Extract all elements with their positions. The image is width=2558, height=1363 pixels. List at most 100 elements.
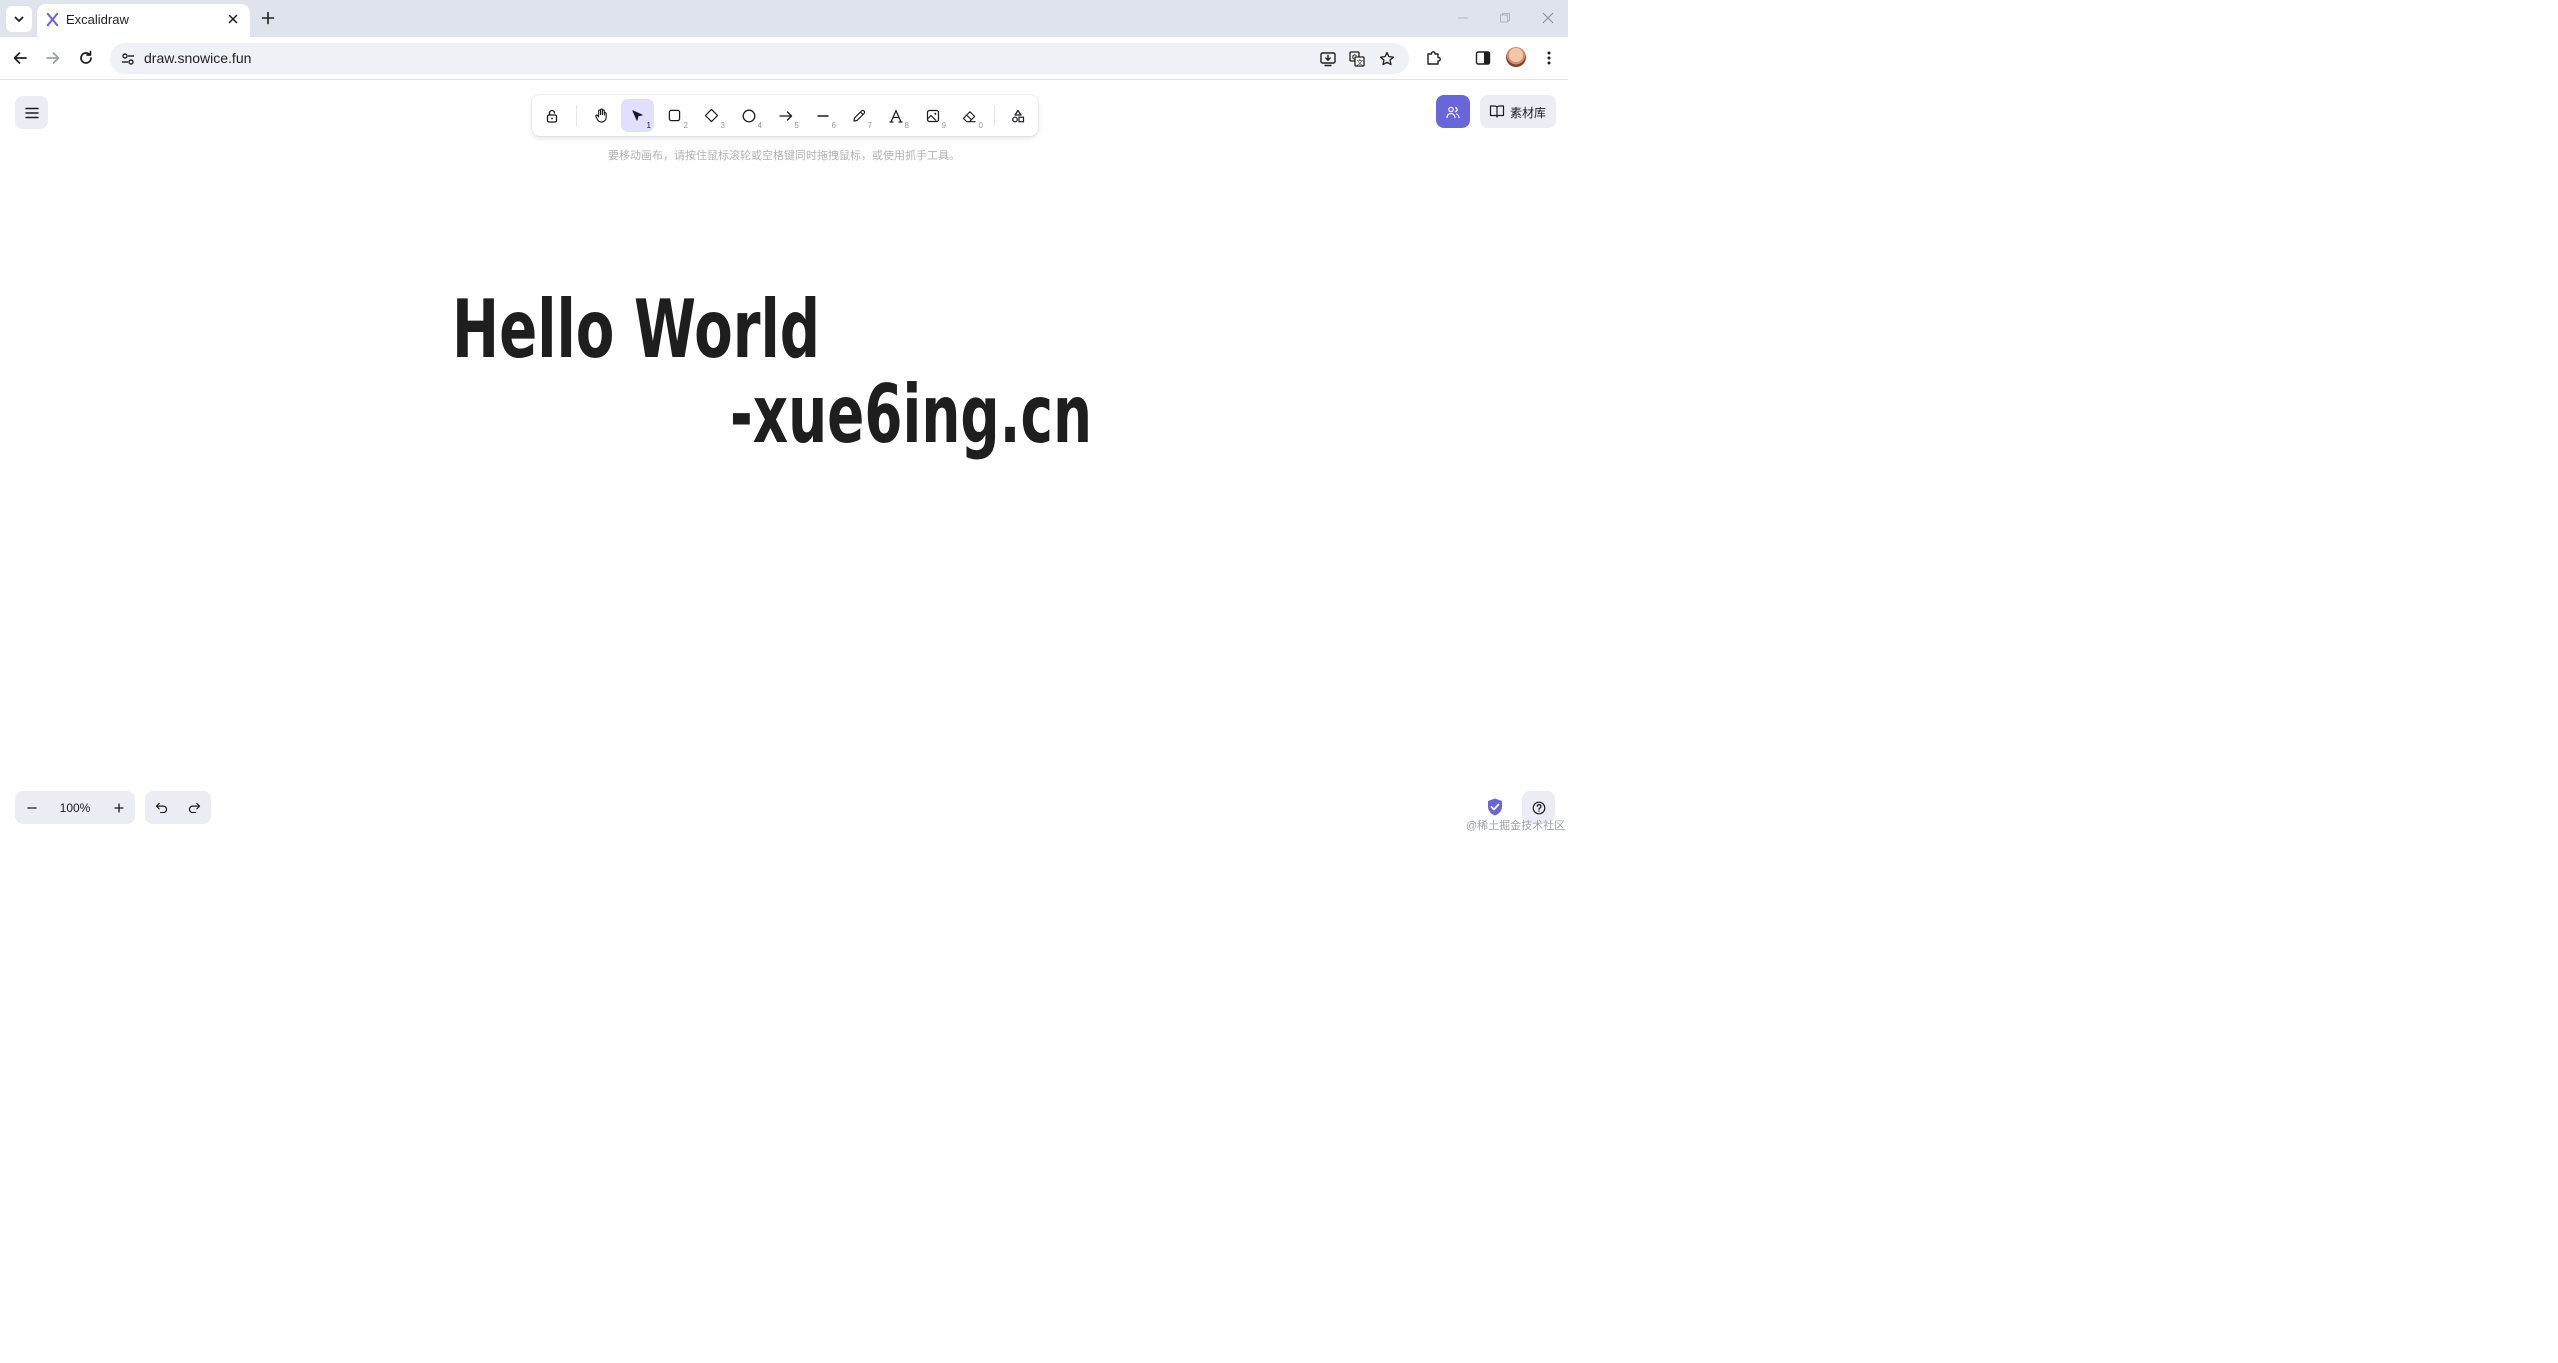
tool-selection[interactable]: 1 (621, 99, 654, 132)
bookmark-button[interactable] (1376, 48, 1398, 70)
url-text: draw.snowice.fun (144, 50, 252, 66)
star-icon (1379, 51, 1395, 66)
translate-button[interactable]: G文 (1346, 48, 1368, 70)
site-info-button[interactable] (118, 49, 138, 69)
browser-toolbar: draw.snowice.fun G文 (0, 37, 1568, 80)
plus-icon (261, 11, 275, 25)
svg-text:文: 文 (1357, 58, 1364, 67)
install-app-button[interactable] (1317, 48, 1339, 70)
users-icon (1446, 106, 1460, 118)
zoom-out-button[interactable] (15, 791, 48, 824)
text-icon (888, 109, 903, 123)
excalidraw-canvas[interactable]: Hello World -xue6ing.cn 1 2 3 4 5 6 7 8 … (0, 81, 1568, 836)
redo-button[interactable] (178, 791, 211, 824)
tool-key-label: 0 (978, 121, 983, 130)
arrow-right-icon (46, 52, 60, 64)
puzzle-icon (1427, 51, 1441, 65)
toolbar-divider (994, 105, 995, 126)
shape-toolbar: 1 2 3 4 5 6 7 8 9 0 (532, 95, 1038, 136)
browser-menu-button[interactable] (1538, 47, 1560, 69)
lock-open-icon (546, 109, 557, 123)
undo-icon (155, 802, 168, 813)
tool-image[interactable]: 9 (916, 99, 949, 132)
watermark: @稀土掘金技术社区 (1466, 820, 1566, 832)
tab-close-button[interactable] (224, 10, 242, 28)
canvas-drawing: Hello World -xue6ing.cn (452, 283, 1092, 461)
main-menu-button[interactable] (15, 96, 48, 129)
tool-text[interactable]: 8 (879, 99, 912, 132)
tool-lock[interactable] (535, 99, 568, 132)
library-label: 素材库 (1510, 106, 1547, 120)
collaborate-button[interactable] (1436, 95, 1470, 128)
hand-icon (595, 108, 607, 123)
zoom-in-button[interactable] (102, 791, 135, 824)
close-icon (1542, 12, 1554, 24)
tool-key-label: 6 (831, 121, 836, 130)
eraser-icon (962, 110, 976, 122)
tab-search-button[interactable] (6, 6, 32, 32)
canvas-text-xue6ing: -xue6ing.cn (730, 368, 1092, 461)
tool-hand[interactable] (585, 99, 618, 132)
zoom-level[interactable]: 100% (55, 801, 95, 815)
hamburger-icon (24, 107, 39, 118)
tool-key-label: 8 (904, 121, 909, 130)
diamond-icon (704, 108, 719, 123)
tool-eraser[interactable]: 0 (953, 99, 986, 132)
zoom-controls: 100% (15, 791, 135, 824)
help-circle-icon (1532, 801, 1545, 814)
plus-icon (113, 802, 124, 813)
undo-redo-controls (145, 791, 211, 824)
tool-line[interactable]: 6 (806, 99, 839, 132)
address-bar[interactable]: draw.snowice.fun G文 (110, 43, 1409, 74)
excalidraw-favicon-icon (46, 12, 59, 27)
chevron-down-icon (14, 16, 24, 22)
canvas-text-hello-world: Hello World (452, 283, 820, 376)
reload-icon (80, 50, 92, 64)
toolbar-divider (576, 105, 577, 126)
window-close-button[interactable] (1538, 9, 1558, 27)
tool-key-label: 5 (794, 121, 799, 130)
tab-title: Excalidraw (66, 12, 129, 27)
pointer-icon (632, 110, 643, 121)
side-panel-icon (1475, 51, 1491, 65)
back-button[interactable] (8, 46, 32, 70)
shapes-icon (1011, 109, 1024, 122)
image-icon (926, 109, 939, 122)
shield-check-icon[interactable] (1485, 797, 1505, 817)
new-tab-button[interactable] (257, 7, 279, 29)
restore-button[interactable] (1495, 9, 1515, 27)
arrow-left-icon (13, 52, 27, 64)
restore-icon (1500, 13, 1510, 23)
tool-key-label: 1 (646, 121, 651, 130)
pencil-icon (852, 109, 865, 122)
tool-key-label: 3 (720, 121, 725, 130)
redo-icon (188, 802, 201, 813)
circle-icon (742, 109, 755, 122)
canvas-hint: 要移动画布，请按住鼠标滚轮或空格键同时拖拽鼠标，或使用抓手工具。 (608, 150, 960, 162)
tool-arrow[interactable]: 5 (769, 99, 802, 132)
square-icon (668, 109, 681, 122)
tool-diamond[interactable]: 3 (695, 99, 728, 132)
tool-key-label: 7 (867, 121, 872, 130)
reload-button[interactable] (74, 46, 98, 70)
library-button[interactable]: 素材库 (1480, 95, 1556, 128)
arrow-right-icon (778, 110, 792, 121)
tool-rectangle[interactable]: 2 (658, 99, 691, 132)
line-icon (816, 114, 829, 117)
book-icon (1489, 105, 1505, 118)
profile-avatar[interactable] (1506, 47, 1526, 67)
browser-tab[interactable]: Excalidraw (37, 4, 250, 37)
minimize-button[interactable] (1453, 9, 1473, 27)
tool-draw[interactable]: 7 (842, 99, 875, 132)
side-panel-button[interactable] (1472, 47, 1494, 69)
close-icon (228, 14, 238, 24)
undo-button[interactable] (145, 791, 178, 824)
tool-key-label: 2 (683, 121, 688, 130)
translate-icon: G文 (1349, 51, 1365, 67)
tool-more-shapes[interactable] (1001, 99, 1034, 132)
tool-ellipse[interactable]: 4 (732, 99, 765, 132)
tab-strip: Excalidraw (0, 0, 1568, 37)
forward-button[interactable] (41, 46, 65, 70)
extensions-button[interactable] (1423, 47, 1445, 69)
minus-icon (26, 806, 37, 809)
